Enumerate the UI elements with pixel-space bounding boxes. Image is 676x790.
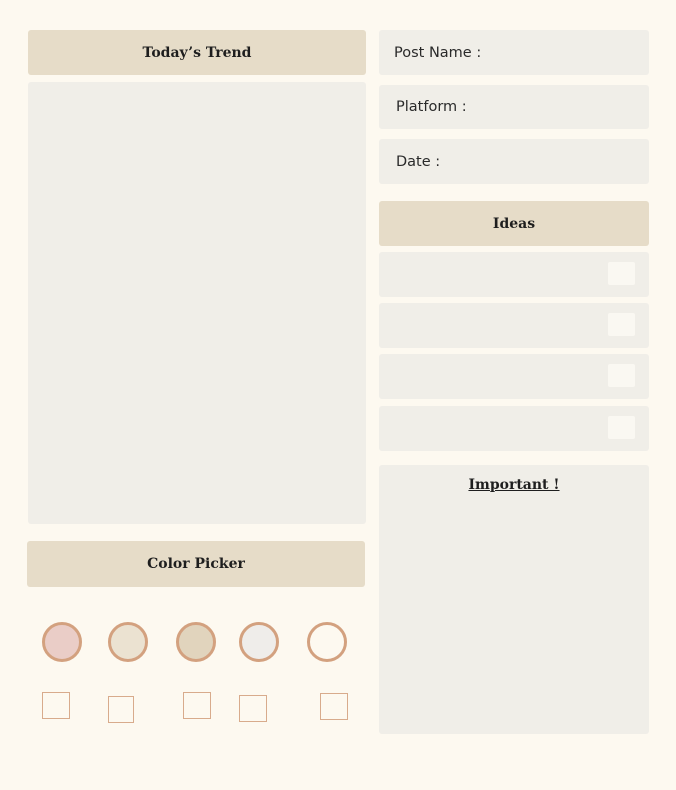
idea-checkbox-2[interactable]	[608, 313, 635, 336]
color-picker-title: Color Picker	[147, 556, 245, 572]
idea-checkbox-1[interactable]	[608, 262, 635, 285]
todays-trend-header: Today’s Trend	[28, 30, 366, 75]
date-field[interactable]: Date :	[379, 139, 649, 184]
platform-label: Platform :	[396, 99, 467, 115]
todays-trend-title: Today’s Trend	[142, 44, 252, 61]
color-picker-header: Color Picker	[27, 541, 365, 587]
color-swatch-2[interactable]	[108, 622, 148, 662]
color-swatch-4[interactable]	[239, 622, 279, 662]
idea-row-3[interactable]	[379, 354, 649, 399]
post-name-label: Post Name :	[394, 44, 482, 61]
color-swatch-5[interactable]	[307, 622, 347, 662]
color-code-box-3[interactable]	[183, 692, 211, 719]
idea-row-1[interactable]	[379, 252, 649, 297]
idea-checkbox-4[interactable]	[608, 416, 635, 439]
idea-row-2[interactable]	[379, 303, 649, 348]
platform-field[interactable]: Platform :	[379, 85, 649, 129]
important-title: Important !	[468, 477, 560, 493]
color-code-box-4[interactable]	[239, 695, 267, 722]
color-code-box-2[interactable]	[108, 696, 134, 723]
ideas-header: Ideas	[379, 201, 649, 246]
post-name-field[interactable]: Post Name :	[379, 30, 649, 75]
idea-checkbox-3[interactable]	[608, 364, 635, 387]
ideas-title: Ideas	[492, 215, 536, 232]
idea-row-4[interactable]	[379, 406, 649, 451]
important-panel[interactable]: Important !	[379, 465, 649, 734]
color-code-box-5[interactable]	[320, 693, 348, 720]
color-code-box-1[interactable]	[42, 692, 70, 719]
color-swatch-3[interactable]	[176, 622, 216, 662]
date-label: Date :	[396, 153, 441, 170]
todays-trend-panel[interactable]	[28, 82, 366, 524]
color-swatch-1[interactable]	[42, 622, 82, 662]
